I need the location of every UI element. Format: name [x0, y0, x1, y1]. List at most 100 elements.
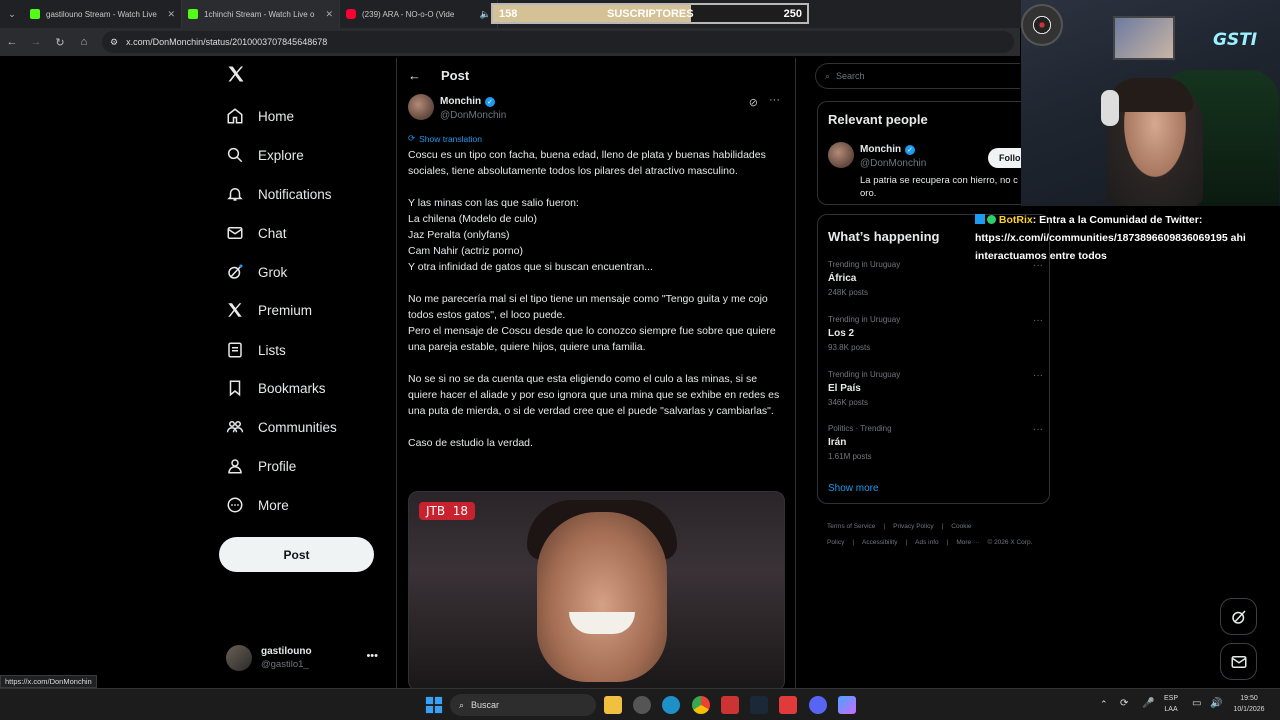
messages-fab-button[interactable] [1220, 643, 1257, 680]
author-name[interactable]: Monchin [440, 96, 481, 107]
nav-item-bookmarks[interactable]: Bookmarks [226, 376, 326, 400]
close-tab-icon[interactable]: ✕ [167, 9, 175, 20]
post-media-video[interactable]: JTB 18 [408, 491, 785, 688]
post-text-line: Caso de estudio la verdad. [408, 437, 533, 449]
author-handle[interactable]: @DonMonchin [440, 110, 506, 121]
tab-list-button[interactable]: ⌄ [0, 0, 24, 28]
mail-icon [227, 227, 243, 239]
app-icon[interactable] [779, 696, 797, 714]
more-options-icon[interactable]: ··· [769, 94, 780, 106]
chrome-icon[interactable] [692, 696, 710, 714]
youtube-icon [346, 9, 356, 19]
browser-tab[interactable]: (239) ARA - NO-o-O (Vide 🔈 [340, 0, 498, 28]
nav-item-lists[interactable]: Lists [226, 338, 286, 362]
forward-icon[interactable]: → [24, 28, 48, 56]
trend-item[interactable]: Trending in Uruguay África 248K posts ··… [828, 260, 1043, 297]
post-text-line: Cam Nahir (actriz porno) [408, 245, 523, 257]
taskbar-search[interactable]: ⌕ Buscar [450, 694, 596, 716]
settings-icon[interactable] [633, 696, 651, 714]
post-button[interactable]: Post [219, 537, 374, 572]
grok-icon [228, 264, 243, 279]
back-arrow-icon[interactable]: ← [408, 68, 421, 83]
nav-item-notifications[interactable]: Notifications [226, 182, 332, 206]
copilot-icon[interactable] [838, 696, 856, 714]
account-switcher[interactable]: gastilouno @gastilo1_ ••• [226, 642, 386, 674]
trend-count: 93.8K posts [828, 343, 871, 352]
author-avatar[interactable] [408, 94, 434, 120]
footer-link[interactable]: More ··· [956, 539, 979, 546]
edge-icon[interactable] [662, 696, 680, 714]
clock[interactable]: 19:50 10/1/2026 [1228, 693, 1270, 715]
nav-item-explore[interactable]: Explore [226, 143, 304, 167]
webcam-scene [1101, 90, 1119, 126]
nav-label: Lists [258, 342, 286, 358]
account-handle: @gastilo1_ [261, 659, 309, 670]
grok-explain-icon[interactable]: ⊘ [749, 96, 758, 109]
more-icon[interactable]: ··· [1033, 370, 1043, 381]
tray-chevron-icon[interactable]: ⌃ [1100, 699, 1108, 710]
more-icon[interactable]: ··· [1033, 424, 1043, 435]
nav-item-premium[interactable]: Premium [226, 298, 312, 322]
nav-item-chat[interactable]: Chat [226, 221, 287, 245]
nav-item-communities[interactable]: Communities [226, 415, 337, 439]
windows-start-icon[interactable] [425, 696, 443, 714]
clock-time: 19:50 [1240, 695, 1258, 702]
tab-title: 1chinchi Stream - Watch Live o [204, 9, 315, 19]
speaker-icon[interactable]: 🔈 [480, 9, 491, 20]
show-more-link[interactable]: Show more [828, 483, 879, 494]
close-tab-icon[interactable]: ✕ [325, 9, 333, 20]
mic-icon[interactable]: 🎤 [1142, 698, 1154, 709]
footer-link[interactable]: Terms of Service [827, 523, 875, 530]
trend-item[interactable]: Trending in Uruguay Los 2 93.8K posts ··… [828, 315, 1043, 352]
grok-fab-button[interactable] [1220, 598, 1257, 635]
nav-label: Notifications [258, 186, 332, 202]
bot-icon [975, 214, 985, 224]
steam-icon[interactable] [750, 696, 768, 714]
address-bar[interactable]: ⚙ x.com/DonMonchin/status/20100037078456… [102, 31, 1014, 53]
author-name-row[interactable]: Monchin ✓ [440, 96, 496, 107]
x-logo-icon[interactable] [226, 64, 246, 84]
post-text-line: No se si no se da cuenta que esta eligie… [408, 373, 780, 417]
avatar[interactable] [828, 142, 854, 168]
site-info-icon[interactable]: ⚙ [110, 37, 118, 48]
footer-link[interactable]: © 2026 X Corp. [987, 539, 1032, 546]
trend-item[interactable]: Politics · Trending Irán 1.61M posts ··· [828, 424, 1043, 461]
trend-item[interactable]: Trending in Uruguay El País 346K posts ·… [828, 370, 1043, 407]
communities-icon [226, 421, 244, 433]
home-browser-icon[interactable]: ⌂ [72, 28, 96, 56]
volume-icon[interactable]: 🔊 [1210, 698, 1222, 709]
account-name: gastilouno [261, 646, 312, 657]
back-icon[interactable]: ← [0, 28, 24, 56]
nav-item-more[interactable]: More [226, 493, 289, 517]
language-indicator[interactable]: ESP LAA [1164, 693, 1178, 715]
network-icon[interactable]: ⟳ [1120, 698, 1128, 709]
file-explorer-icon[interactable] [604, 696, 622, 714]
footer-link[interactable]: Ads info [915, 539, 939, 546]
search-icon: ⌕ [825, 70, 831, 81]
display-icon[interactable]: ▭ [1192, 698, 1201, 709]
subscriber-goal-bar: 158 SUSCRIPTORES 250 [491, 3, 809, 24]
x-icon [228, 303, 242, 317]
footer-link[interactable]: Accessibility [862, 539, 897, 546]
show-translation-label: Show translation [419, 133, 482, 144]
footer-link[interactable]: Privacy Policy [893, 523, 933, 530]
more-icon[interactable]: ··· [1033, 315, 1043, 326]
more-icon[interactable]: ••• [366, 650, 378, 662]
browser-tab[interactable]: 1chinchi Stream - Watch Live o ✕ [182, 0, 340, 28]
relevant-name-row[interactable]: Monchin ✓ [860, 144, 916, 155]
relevant-people-panel: Relevant people Monchin ✓ @DonMonchin Fo… [817, 101, 1028, 205]
relevant-name: Monchin [860, 144, 902, 155]
nav-item-grok[interactable]: Grok [226, 260, 287, 284]
show-translation-link[interactable]: ⟳ Show translation [408, 133, 482, 144]
reload-icon[interactable]: ↻ [48, 28, 72, 56]
relevant-handle[interactable]: @DonMonchin [860, 158, 926, 169]
page-title: Post [441, 68, 470, 83]
app-icon[interactable] [721, 696, 739, 714]
browser-tab[interactable]: gastilouno Stream - Watch Live ✕ [24, 0, 182, 28]
nav-label: Communities [258, 419, 337, 435]
nav-item-home[interactable]: Home [226, 104, 294, 128]
search-input[interactable]: ⌕ Search [815, 63, 1020, 89]
discord-icon[interactable] [809, 696, 827, 714]
nav-item-profile[interactable]: Profile [226, 454, 296, 478]
